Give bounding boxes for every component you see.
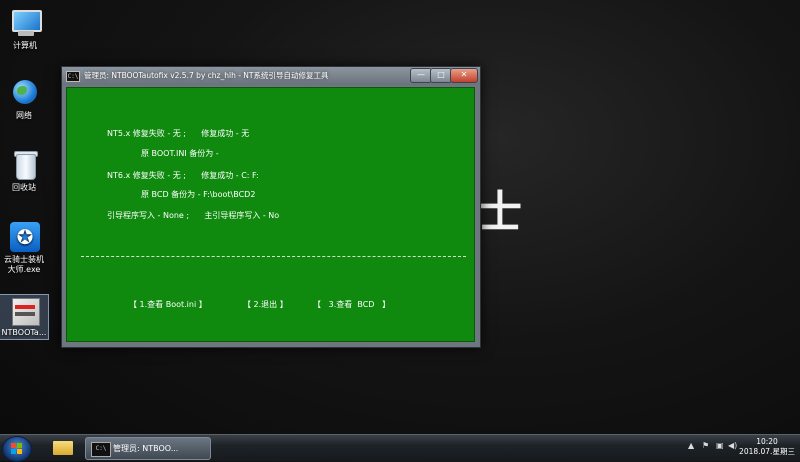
- start-button[interactable]: [2, 436, 32, 462]
- desktop-icon-network[interactable]: 网络: [0, 78, 48, 121]
- computer-icon: [9, 8, 42, 38]
- minimize-button[interactable]: —: [410, 68, 432, 83]
- recycle-bin-icon: [8, 150, 40, 180]
- yunqishi-app-icon: ✪: [8, 222, 40, 252]
- desktop-icon-label-line2: 大师.exe: [7, 265, 41, 274]
- view-bcd-option[interactable]: 【 3.查看 BCD 】: [313, 299, 390, 310]
- taskbar-explorer-button[interactable]: [48, 437, 78, 459]
- desktop-icon-yunqishi[interactable]: ✪ 云骑士装机 大师.exe: [0, 222, 52, 275]
- taskbar-task-label: 管理员: NTBOO...: [113, 444, 179, 453]
- network-status-icon[interactable]: ▣: [716, 441, 724, 450]
- taskbar-task-ntboot[interactable]: C:\ 管理员: NTBOO...: [85, 437, 211, 460]
- folder-icon: [53, 441, 73, 455]
- ntboot-window: C:\ 管理员: NTBOOTautofix v2.5.7 by chz_hlh…: [61, 66, 481, 348]
- exit-option[interactable]: 【 2.退出 】: [243, 299, 288, 310]
- desktop-icon-label: 回收站: [12, 183, 36, 192]
- desktop-icon-label: NTBOOTa...: [1, 328, 47, 337]
- tray-chevron-icon[interactable]: ▲: [688, 441, 694, 450]
- desktop-icon-computer[interactable]: 计算机: [1, 8, 49, 51]
- desktop-icon-label-line1: 云骑士装机: [4, 255, 44, 264]
- window-titlebar[interactable]: C:\ 管理员: NTBOOTautofix v2.5.7 by chz_hlh…: [62, 67, 480, 85]
- boot-ini-backup-line: 原 BOOT.INI 备份为 -: [141, 149, 219, 158]
- boot-write-line: 引导程序写入 - None ; 主引导程序写入 - No: [107, 211, 280, 220]
- ntboot-icon: [8, 295, 40, 326]
- action-center-flag-icon[interactable]: ⚑: [702, 441, 709, 450]
- console-icon: C:\: [91, 442, 111, 457]
- view-boot-ini-option[interactable]: 【 1.查看 Boot.ini 】: [129, 299, 207, 310]
- windows-logo-icon: [11, 443, 23, 455]
- console-output: NT5.x 修复失败 - 无 ; 修复成功 - 无 原 BOOT.INI 备份为…: [66, 87, 475, 342]
- nt5-status-line: NT5.x 修复失败 - 无 ; 修复成功 - 无: [107, 129, 250, 138]
- nt6-status-line: NT6.x 修复失败 - 无 ; 修复成功 - C: F:: [107, 171, 259, 180]
- console-icon[interactable]: C:\: [66, 71, 80, 82]
- network-icon: [8, 78, 40, 108]
- desktop-icon-label: 计算机: [13, 41, 37, 50]
- close-button[interactable]: ✕: [450, 68, 478, 83]
- window-title: 管理员: NTBOOTautofix v2.5.7 by chz_hlh - N…: [84, 71, 329, 80]
- clock[interactable]: 10:20 2018.07.星期三: [738, 437, 796, 457]
- desktop-icon-ntboot[interactable]: NTBOOTa...: [0, 294, 49, 340]
- clock-date: 2018.07.星期三: [739, 447, 795, 456]
- wallpaper-glyph: 士: [478, 187, 522, 238]
- taskbar: C:\ 管理员: NTBOO... ▲ ⚑ ▣ ◀) 10:20 2018.07…: [0, 434, 800, 462]
- desktop-icon-label: 网络: [16, 111, 32, 120]
- divider: [81, 256, 466, 257]
- maximize-button[interactable]: □: [430, 68, 452, 83]
- clock-time: 10:20: [756, 437, 778, 446]
- volume-icon[interactable]: ◀): [728, 441, 737, 450]
- bcd-backup-line: 原 BCD 备份为 - F:\boot\BCD2: [141, 190, 256, 199]
- desktop-icon-recycle-bin[interactable]: 回收站: [0, 150, 48, 193]
